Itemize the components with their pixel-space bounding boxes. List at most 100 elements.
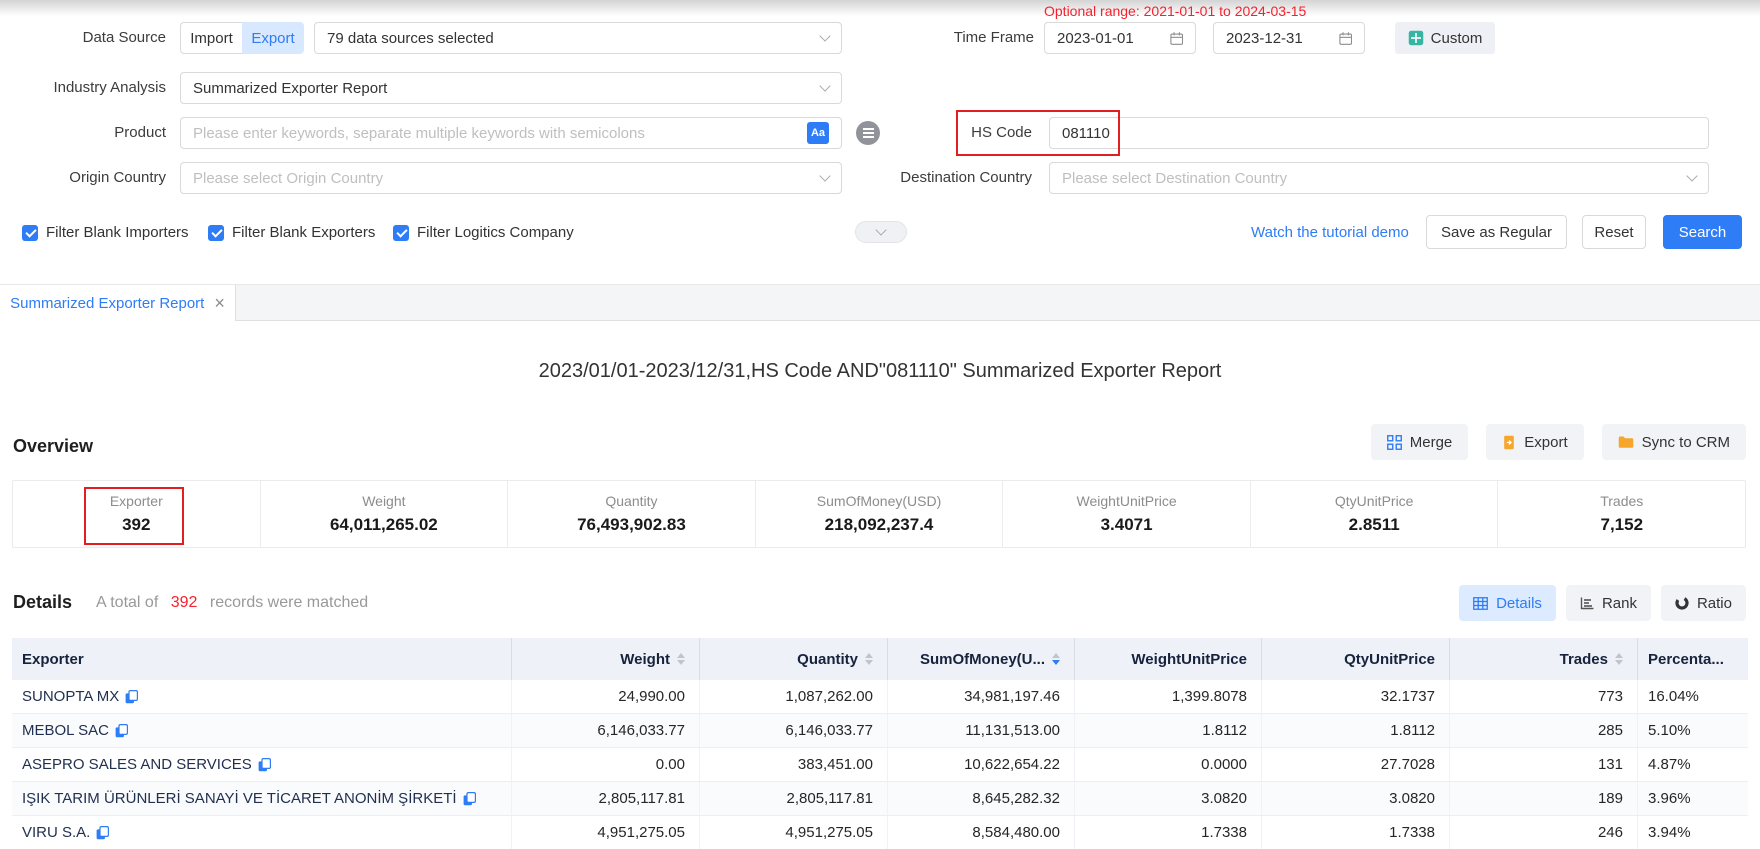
data-source-label: Data Source [0, 22, 166, 54]
cell-quantity: 4,951,275.05 [700, 816, 888, 849]
exporter-name[interactable]: VIRU S.A. [22, 824, 90, 841]
chevron-down-icon [819, 170, 830, 181]
view-rank-button[interactable]: Rank [1566, 585, 1651, 621]
checkbox-check-icon[interactable] [393, 225, 409, 241]
table-row[interactable]: VIRU S.A. 4,951,275.054,951,275.058,584,… [12, 816, 1748, 849]
expand-filters-button[interactable] [855, 221, 907, 243]
stat-qtyunitprice: QtyUnitPrice2.8511 [1250, 481, 1498, 547]
industry-analysis-value: Summarized Exporter Report [193, 80, 387, 97]
company-profile-icon[interactable] [125, 690, 138, 704]
data-sources-select[interactable]: 79 data sources selected [314, 22, 842, 54]
details-heading: Details [13, 592, 72, 613]
cell-exporter[interactable]: ASEPRO SALES AND SERVICES [12, 748, 512, 781]
sort-caret-icon[interactable] [1052, 653, 1060, 665]
stat-label: WeightUnitPrice [1077, 493, 1177, 509]
end-date-field[interactable] [1226, 23, 1339, 53]
merge-label: Merge [1410, 434, 1453, 451]
stat-label: Trades [1600, 493, 1643, 509]
reset-button[interactable]: Reset [1582, 215, 1646, 249]
checkbox-check-icon[interactable] [22, 225, 38, 241]
cell-sum: 11,131,513.00 [888, 714, 1075, 747]
table-row[interactable]: SUNOPTA MX 24,990.001,087,262.0034,981,1… [12, 680, 1748, 714]
column-header-label: Trades [1560, 651, 1608, 668]
origin-country-select[interactable]: Please select Origin Country [180, 162, 842, 194]
cell-quantity: 383,451.00 [700, 748, 888, 781]
column-header-label: Quantity [797, 651, 858, 668]
export-toggle-button[interactable]: Export [242, 22, 304, 54]
exporter-name[interactable]: IŞIK TARIM ÜRÜNLERİ SANAYİ VE TİCARET AN… [22, 790, 457, 807]
cell-quantity: 6,146,033.77 [700, 714, 888, 747]
filter-menu-icon[interactable] [856, 121, 880, 145]
company-profile-icon[interactable] [115, 724, 128, 738]
top-gradient [0, 0, 1760, 16]
tab-bar: Summarized Exporter Report × [0, 284, 1760, 321]
stat-label: SumOfMoney(USD) [817, 493, 941, 509]
export-button[interactable]: Export [1486, 424, 1583, 460]
sort-caret-icon[interactable] [865, 653, 873, 665]
exporter-name[interactable]: ASEPRO SALES AND SERVICES [22, 756, 252, 773]
sort-caret-icon[interactable] [1615, 653, 1623, 665]
translate-icon[interactable]: Aa [807, 122, 829, 144]
column-header-5: QtyUnitPrice [1262, 638, 1450, 680]
table-row[interactable]: ASEPRO SALES AND SERVICES 0.00383,451.00… [12, 748, 1748, 782]
calendar-icon [1339, 31, 1352, 46]
filter-blank-exporters-checkbox[interactable]: Filter Blank Exporters [208, 224, 375, 241]
tutorial-demo-link[interactable]: Watch the tutorial demo [1251, 224, 1409, 241]
cell-trades: 189 [1450, 782, 1638, 815]
cell-trades: 131 [1450, 748, 1638, 781]
hs-code-input[interactable] [1049, 117, 1709, 149]
custom-range-button[interactable]: Custom [1395, 22, 1495, 54]
tab-summarized-exporter-report[interactable]: Summarized Exporter Report × [0, 285, 236, 321]
column-header-6[interactable]: Trades [1450, 638, 1638, 680]
exporter-name[interactable]: SUNOPTA MX [22, 688, 119, 705]
cell-trades: 773 [1450, 680, 1638, 713]
industry-analysis-select[interactable]: Summarized Exporter Report [180, 72, 842, 104]
cell-weight: 0.00 [512, 748, 700, 781]
filter-blank-importers-checkbox[interactable]: Filter Blank Importers [22, 224, 189, 241]
cell-pct: 3.96% [1638, 782, 1748, 815]
destination-country-select[interactable]: Please select Destination Country [1049, 162, 1709, 194]
filter-logitics-company-checkbox[interactable]: Filter Logitics Company [393, 224, 574, 241]
cell-exporter[interactable]: MEBOL SAC [12, 714, 512, 747]
data-source-toggle: Import Export [180, 22, 304, 54]
origin-country-label: Origin Country [0, 162, 166, 194]
end-date-input[interactable] [1213, 22, 1365, 54]
import-toggle-button[interactable]: Import [180, 22, 242, 54]
stat-label: Quantity [605, 493, 657, 509]
filter-blank-importers-label: Filter Blank Importers [46, 224, 189, 241]
merge-button[interactable]: Merge [1371, 424, 1469, 460]
checkbox-check-icon[interactable] [208, 225, 224, 241]
exporter-name[interactable]: MEBOL SAC [22, 722, 109, 739]
view-details-button[interactable]: Details [1459, 585, 1556, 621]
company-profile-icon[interactable] [463, 792, 476, 806]
column-header-3[interactable]: SumOfMoney(U... [888, 638, 1075, 680]
hs-code-field[interactable] [1062, 118, 1696, 148]
column-header-2[interactable]: Quantity [700, 638, 888, 680]
search-button[interactable]: Search [1663, 215, 1742, 249]
optional-range-note: Optional range: 2021-01-01 to 2024-03-15 [1044, 3, 1306, 19]
product-input[interactable]: Aa [180, 117, 842, 149]
sync-to-crm-button[interactable]: Sync to CRM [1602, 424, 1746, 460]
cell-weight: 24,990.00 [512, 680, 700, 713]
overview-stats: Exporter392Weight64,011,265.02Quantity76… [12, 480, 1746, 548]
data-sources-value: 79 data sources selected [327, 30, 494, 47]
close-icon[interactable]: × [214, 294, 225, 312]
cell-exporter[interactable]: VIRU S.A. [12, 816, 512, 849]
cell-exporter[interactable]: IŞIK TARIM ÜRÜNLERİ SANAYİ VE TİCARET AN… [12, 782, 512, 815]
start-date-field[interactable] [1057, 23, 1170, 53]
product-keywords-field[interactable] [193, 118, 807, 148]
save-as-regular-button[interactable]: Save as Regular [1426, 215, 1567, 249]
company-profile-icon[interactable] [96, 826, 109, 840]
cell-exporter[interactable]: SUNOPTA MX [12, 680, 512, 713]
start-date-input[interactable] [1044, 22, 1196, 54]
sort-caret-icon[interactable] [677, 653, 685, 665]
cell-quantity: 2,805,117.81 [700, 782, 888, 815]
table-row[interactable]: MEBOL SAC 6,146,033.776,146,033.7711,131… [12, 714, 1748, 748]
view-ratio-label: Ratio [1697, 595, 1732, 612]
company-profile-icon[interactable] [258, 758, 271, 772]
column-header-1[interactable]: Weight [512, 638, 700, 680]
cell-sum: 10,622,654.22 [888, 748, 1075, 781]
view-ratio-button[interactable]: Ratio [1661, 585, 1746, 621]
table-row[interactable]: IŞIK TARIM ÜRÜNLERİ SANAYİ VE TİCARET AN… [12, 782, 1748, 816]
view-rank-label: Rank [1602, 595, 1637, 612]
